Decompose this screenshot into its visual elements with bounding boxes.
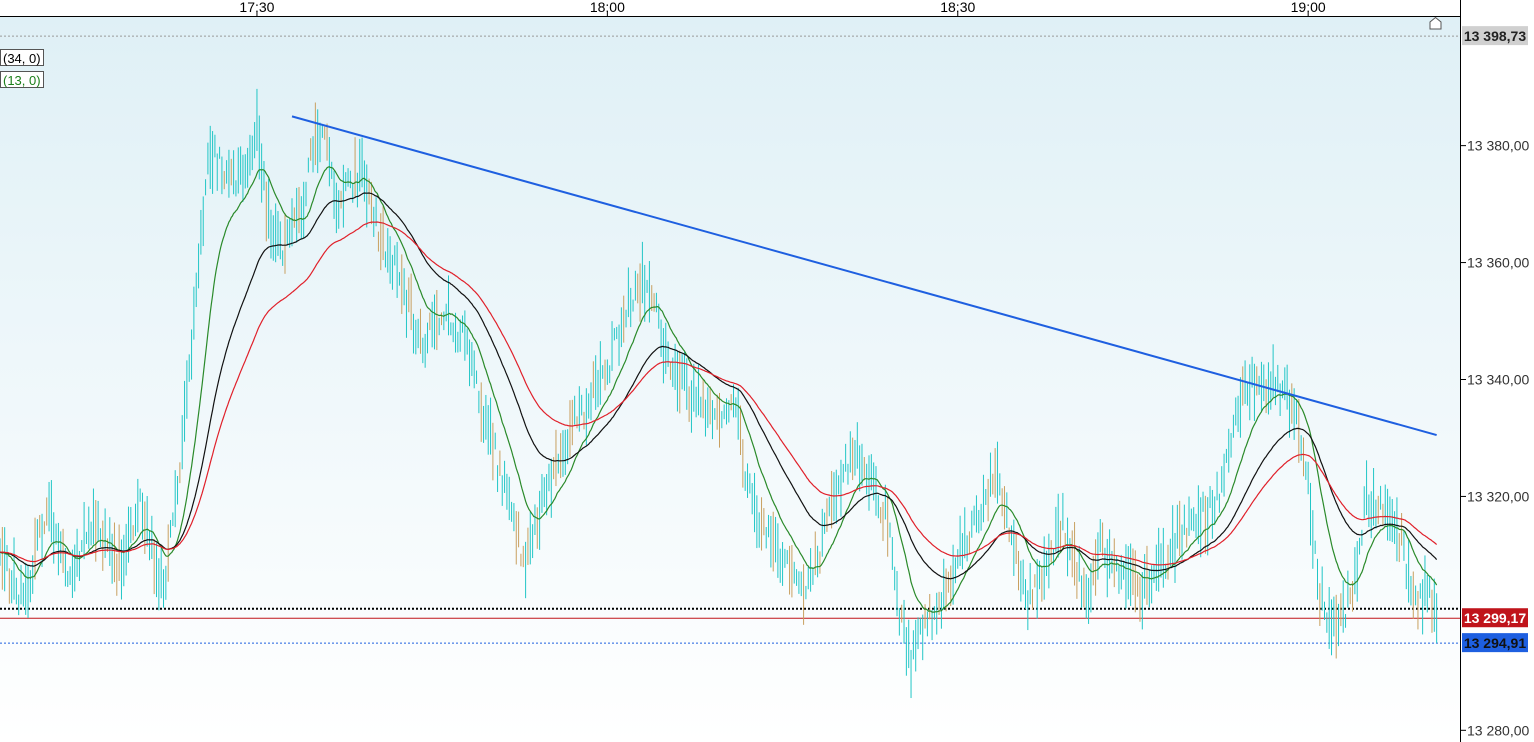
legend-ma-13[interactable]: (13, 0) [0,71,44,88]
y-tick-label: 13 320,00 [1467,488,1529,504]
legend-ma-34[interactable]: (34, 0) [0,49,44,66]
price-tag-label: 13 398,73 [1464,28,1526,44]
price-tag-label: 13 294,91 [1464,635,1526,651]
y-tick-label: 13 340,00 [1467,372,1529,388]
y-tick-label: 13 360,00 [1467,255,1529,271]
price-chart[interactable]: 17:30 18:00 18:30 19:00 13 380,00 13 360,00 1… [0,0,1534,742]
x-tick-label: 18:00 [590,0,625,15]
x-tick-label: 18:30 [940,0,975,15]
x-tick-label: 19:00 [1291,0,1326,15]
y-tick-label: 13 280,00 [1467,722,1529,738]
x-tick-label: 17:30 [239,0,274,15]
chart-container[interactable]: 17:30 18:00 18:30 19:00 13 380,00 13 360,00 1… [0,0,1534,742]
y-tick-label: 13 380,00 [1467,138,1529,154]
x-axis-background [0,0,1460,17]
price-tag-label: 13 299,17 [1464,610,1526,626]
